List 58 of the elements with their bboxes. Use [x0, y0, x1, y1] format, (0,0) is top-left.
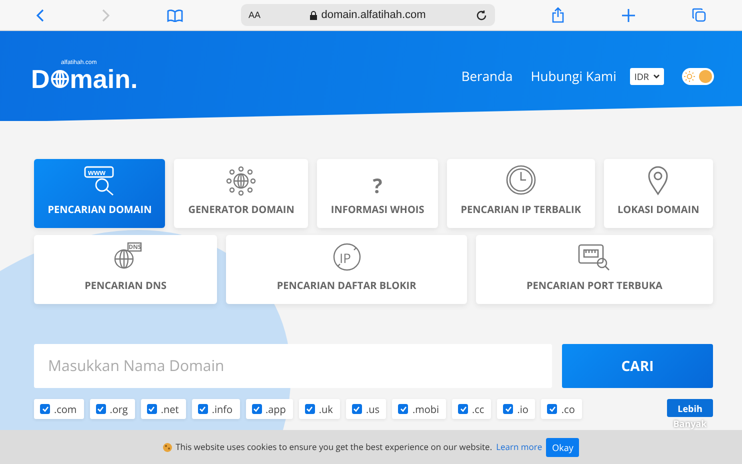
- domain-search-field[interactable]: Masukkan Nama Domain: [34, 344, 552, 388]
- okay-button[interactable]: Okay: [546, 438, 580, 456]
- lock-icon: [310, 10, 318, 20]
- extension-option[interactable]: .us: [346, 399, 386, 419]
- checkbox[interactable]: [252, 404, 262, 414]
- checkbox[interactable]: [146, 404, 157, 414]
- question-mark-icon: ?: [372, 176, 382, 196]
- nav-link[interactable]: Hubungi Kami: [530, 67, 616, 85]
- checkbox[interactable]: [96, 404, 106, 414]
- tool-tab[interactable]: GENERATOR DOMAIN: [174, 159, 308, 228]
- clock-icon: [504, 164, 537, 196]
- extension-option[interactable]: .info: [192, 399, 240, 419]
- globe-network-icon: [224, 166, 258, 196]
- more-button[interactable]: Lebih: [667, 399, 713, 417]
- extension-option[interactable]: .org: [90, 399, 135, 419]
- port-search-icon: [577, 242, 612, 272]
- checkbox[interactable]: [458, 404, 468, 414]
- cookie-message: This website uses cookies to ensure you get the best experience on our website.: [176, 442, 492, 452]
- learn-more-link[interactable]: Learn more: [496, 442, 542, 452]
- tool-tab[interactable]: IP PENCARIAN DAFTAR BLOKIR: [226, 235, 467, 304]
- chevron-down-icon: [653, 74, 660, 78]
- sun-icon: [684, 70, 695, 82]
- map-pin-icon: [647, 166, 670, 196]
- blocked-ip-icon: IP: [330, 242, 363, 272]
- tool-tab[interactable]: LOKASI DOMAIN: [604, 159, 713, 228]
- tool-tab[interactable]: ? INFORMASI WHOIS: [317, 159, 438, 228]
- checkbox[interactable]: [40, 404, 50, 414]
- checkbox[interactable]: [304, 404, 315, 414]
- checkbox[interactable]: [503, 404, 514, 414]
- extension-option[interactable]: .uk: [298, 399, 340, 419]
- extension-option[interactable]: .co: [541, 399, 582, 419]
- extension-option[interactable]: .net: [140, 399, 186, 419]
- search-button[interactable]: CARI: [562, 344, 713, 388]
- address-bar[interactable]: AA domain.alfatihah.com: [240, 4, 494, 26]
- checkbox[interactable]: [198, 404, 208, 414]
- extension-option[interactable]: .com: [34, 399, 84, 419]
- text-size-button[interactable]: AA: [248, 10, 261, 20]
- url-text: domain.alfatihah.com: [321, 9, 426, 21]
- share-icon[interactable]: [552, 7, 564, 23]
- book-icon[interactable]: [167, 8, 183, 22]
- tool-tab[interactable]: PENCARIAN IP TERBALIK: [447, 159, 595, 228]
- tool-tab[interactable]: PENCARIAN PORT TERBUKA: [476, 235, 714, 304]
- back-icon[interactable]: [36, 8, 44, 22]
- currency-select[interactable]: IDR: [630, 68, 664, 84]
- checkbox[interactable]: [398, 404, 408, 414]
- theme-toggle[interactable]: [682, 68, 714, 84]
- extension-option[interactable]: .io: [497, 399, 536, 419]
- nav-link[interactable]: Beranda: [461, 67, 513, 85]
- plus-icon[interactable]: [622, 8, 634, 22]
- checkbox[interactable]: [352, 404, 362, 414]
- extension-option[interactable]: .cc: [452, 399, 492, 419]
- extension-option[interactable]: .app: [246, 399, 293, 419]
- checkbox[interactable]: [547, 404, 558, 414]
- reload-icon[interactable]: [476, 10, 486, 20]
- extension-option[interactable]: .mobi: [392, 399, 446, 419]
- tabs-icon[interactable]: [692, 8, 706, 22]
- cookie-icon: [162, 442, 172, 452]
- more-button-overflow-text: Banyak: [673, 417, 707, 430]
